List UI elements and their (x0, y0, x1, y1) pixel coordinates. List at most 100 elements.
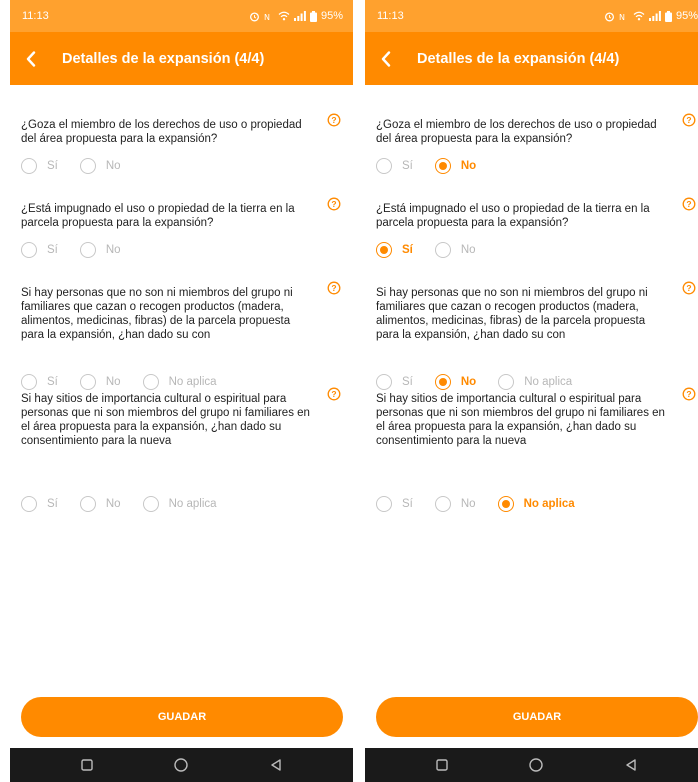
battery-level: 95% (675, 10, 698, 22)
help-icon[interactable]: ? (327, 281, 341, 295)
question-text: ¿Está impugnado el uso o propiedad de la… (376, 203, 650, 229)
system-nav-bar (365, 748, 698, 782)
signal-icon (293, 11, 306, 21)
radio-option[interactable]: No (434, 496, 476, 512)
nfc-icon: N (619, 13, 625, 22)
wifi-icon (633, 11, 645, 21)
status-time: 11:13 (22, 10, 49, 22)
radio-label: No (460, 160, 477, 172)
radio-button[interactable] (434, 158, 451, 174)
question-text: Si hay personas que no son ni miembros d… (21, 287, 293, 341)
radio-option[interactable]: No aplica (142, 374, 217, 390)
back-arrow-icon[interactable] (26, 50, 44, 68)
radio-option[interactable]: Sí (21, 374, 58, 390)
radio-button[interactable] (21, 242, 37, 258)
radio-button[interactable] (79, 374, 96, 390)
radio-button[interactable] (497, 496, 514, 512)
help-icon[interactable]: ? (327, 197, 341, 211)
radio-button[interactable] (434, 242, 451, 258)
help-icon[interactable]: ? (682, 387, 696, 401)
help-icon[interactable]: ? (327, 387, 341, 401)
status-bar: 11:13 N 95% (365, 0, 698, 32)
svg-text:?: ? (686, 115, 691, 125)
radio-option[interactable]: No (79, 496, 121, 512)
back-arrow-icon[interactable] (381, 50, 399, 68)
radio-button[interactable] (376, 158, 392, 174)
help-icon[interactable]: ? (682, 197, 696, 211)
alarm-icon (604, 11, 614, 21)
radio-button[interactable] (79, 242, 96, 258)
radio-option[interactable]: No (79, 158, 121, 174)
battery-icon (309, 10, 317, 22)
radio-button[interactable] (142, 496, 159, 512)
svg-text:?: ? (686, 389, 691, 399)
home-icon[interactable] (528, 757, 544, 773)
question-text: Si hay personas que no son ni miembros d… (376, 287, 648, 341)
recent-apps-icon[interactable] (80, 758, 94, 772)
radio-option[interactable]: No (434, 158, 477, 174)
home-icon[interactable] (173, 757, 189, 773)
help-icon[interactable]: ? (682, 281, 696, 295)
battery-icon (664, 10, 672, 22)
radio-option[interactable]: No (434, 374, 477, 390)
question-text: ¿Está impugnado el uso o propiedad de la… (21, 203, 295, 229)
answer-options: Sí No (21, 242, 143, 258)
radio-label: No (460, 498, 476, 510)
radio-option[interactable]: Sí (376, 374, 413, 390)
radio-option[interactable]: No aplica (498, 374, 572, 390)
help-icon[interactable]: ? (327, 113, 341, 127)
radio-button[interactable] (376, 496, 392, 512)
radio-option[interactable]: Sí (376, 496, 413, 512)
radio-option[interactable]: Sí (21, 496, 58, 512)
app-header: Detalles de la expansión (4/4) (10, 32, 353, 85)
radio-option[interactable]: No aplica (142, 496, 217, 512)
answer-options: Sí No (376, 158, 498, 174)
radio-label: No aplica (168, 376, 217, 388)
save-button[interactable]: GUADAR (21, 697, 343, 737)
radio-label: No (460, 244, 476, 256)
radio-option[interactable]: Sí (376, 158, 413, 174)
status-time: 11:13 (377, 10, 404, 22)
save-button[interactable]: GUADAR (376, 697, 698, 737)
radio-option[interactable]: No aplica (497, 496, 575, 512)
radio-button[interactable] (376, 242, 392, 258)
answer-options: Sí No No aplica (21, 496, 239, 512)
question-text: Si hay sitios de importancia cultural o … (376, 393, 665, 447)
radio-button[interactable] (142, 374, 159, 390)
radio-option[interactable]: Sí (21, 242, 58, 258)
radio-option[interactable]: Sí (21, 158, 58, 174)
signal-icon (648, 11, 661, 21)
radio-button[interactable] (79, 496, 96, 512)
radio-option[interactable]: No (434, 242, 476, 258)
help-icon[interactable]: ? (682, 113, 696, 127)
recent-apps-icon[interactable] (435, 758, 449, 772)
radio-button[interactable] (79, 158, 96, 174)
svg-text:N: N (619, 13, 625, 22)
radio-option[interactable]: No (79, 374, 121, 390)
radio-label: No aplica (523, 498, 575, 510)
wifi-icon (278, 11, 290, 21)
radio-button[interactable] (434, 496, 451, 512)
phone-screen-left: 11:13 N 95% Detalles de la expansión (4/… (10, 0, 353, 782)
question-text: ¿Goza el miembro de los derechos de uso … (376, 119, 657, 145)
radio-button[interactable] (376, 374, 392, 390)
radio-button[interactable] (21, 496, 37, 512)
question-text: Si hay sitios de importancia cultural o … (21, 393, 310, 447)
radio-button[interactable] (21, 158, 37, 174)
back-triangle-icon[interactable] (269, 758, 283, 772)
radio-option[interactable]: Sí (376, 242, 413, 258)
radio-option[interactable]: No (79, 242, 121, 258)
alarm-icon (249, 11, 259, 21)
radio-button[interactable] (21, 374, 37, 390)
radio-label: No aplica (168, 498, 217, 510)
answer-options: Sí No No aplica (376, 374, 594, 390)
radio-label: No (460, 376, 477, 388)
status-icons: N 95% (604, 10, 698, 22)
back-triangle-icon[interactable] (624, 758, 638, 772)
svg-text:?: ? (331, 283, 336, 293)
radio-button[interactable] (434, 374, 451, 390)
radio-label: No (105, 498, 121, 510)
answer-options: Sí No (21, 158, 143, 174)
radio-button[interactable] (498, 374, 515, 390)
svg-text:?: ? (331, 115, 336, 125)
